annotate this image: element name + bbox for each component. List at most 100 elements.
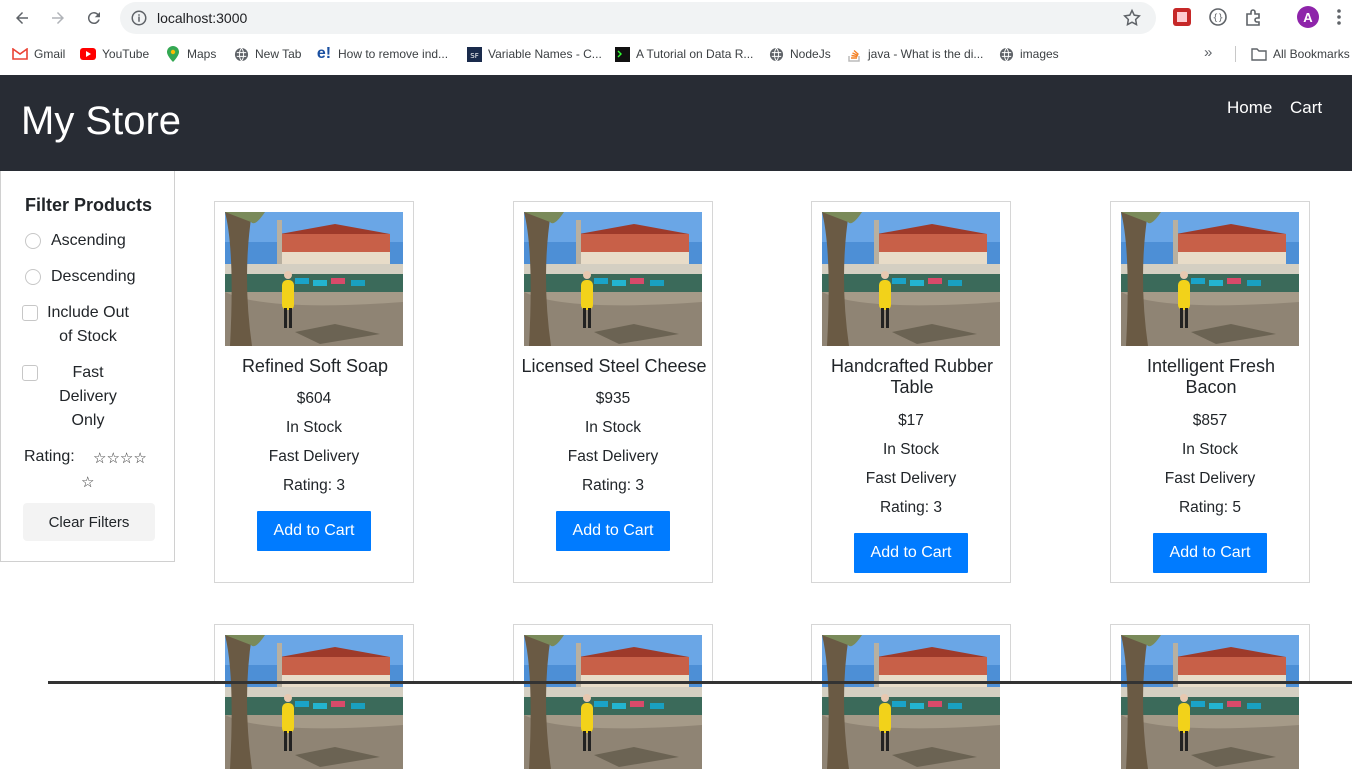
- bookmark-label: NodeJs: [790, 47, 831, 61]
- bookmark-youtube[interactable]: YouTube: [80, 46, 149, 62]
- product-name: Intelligent Fresh Bacon: [1117, 356, 1305, 398]
- product-image: [1121, 635, 1299, 769]
- gmail-icon: [12, 46, 28, 62]
- product-image: [524, 635, 702, 769]
- bookmark-label: New Tab: [255, 47, 302, 61]
- product-image: [225, 212, 403, 346]
- ascending-label[interactable]: Ascending: [51, 229, 126, 253]
- arrow-left-icon: [16, 12, 28, 24]
- bookmark-maps[interactable]: Maps: [165, 46, 216, 62]
- rating-stars-row[interactable]: ☆☆☆☆: [93, 449, 147, 467]
- product-image: [822, 635, 1000, 769]
- bookmark-label: Gmail: [34, 47, 66, 61]
- bookmarks-bar: Gmail YouTube Maps New Tab e! How to rem…: [0, 40, 1352, 68]
- bookmark-label: How to remove ind...: [338, 47, 449, 61]
- extensions-puzzle-icon[interactable]: [1244, 7, 1264, 27]
- add-to-cart-button[interactable]: Add to Cart: [257, 511, 371, 551]
- forward-button[interactable]: [46, 6, 70, 30]
- product-rating: Rating: 3: [581, 477, 645, 494]
- rating-star-fifth[interactable]: ☆: [81, 473, 94, 491]
- bookmarks-overflow-button[interactable]: »: [1204, 44, 1212, 61]
- product-card: Handcrafted Rubber Table $17 In Stock Fa…: [811, 201, 1011, 583]
- product-stock: In Stock: [1182, 441, 1238, 458]
- product-name: Handcrafted Rubber Table: [818, 356, 1006, 398]
- product-card: [513, 624, 713, 684]
- bookmark-java[interactable]: java - What is the di...: [846, 46, 983, 62]
- product-price: $857: [1192, 412, 1228, 429]
- add-to-cart-button[interactable]: Add to Cart: [854, 533, 968, 573]
- label-line: of Stock: [59, 328, 117, 345]
- product-card: Refined Soft Soap $604 In Stock Fast Del…: [214, 201, 414, 583]
- bookmark-nodejs[interactable]: NodeJs: [768, 46, 831, 62]
- add-to-cart-button[interactable]: Add to Cart: [1153, 533, 1267, 573]
- product-name-line: Table: [890, 377, 934, 397]
- product-image: [822, 212, 1000, 346]
- product-delivery: Fast Delivery: [268, 448, 360, 465]
- include-out-of-stock-label[interactable]: Include Out of Stock: [45, 301, 131, 349]
- product-rating: Rating: 5: [1178, 499, 1242, 516]
- product-delivery: Fast Delivery: [865, 470, 957, 487]
- bookmark-variable-names[interactable]: SF Variable Names - C...: [466, 46, 602, 62]
- all-bookmarks-button[interactable]: All Bookmarks: [1251, 46, 1350, 62]
- extension-red-icon[interactable]: [1172, 7, 1192, 27]
- bookmark-star-icon[interactable]: [1122, 8, 1142, 28]
- label-line: Fast: [72, 364, 104, 381]
- maps-icon: [165, 46, 181, 62]
- reload-button[interactable]: [82, 6, 106, 30]
- product-card: [1110, 624, 1310, 684]
- descending-label[interactable]: Descending: [51, 265, 136, 289]
- bookmark-data-tutorial[interactable]: A Tutorial on Data R...: [614, 46, 753, 62]
- product-stock: In Stock: [585, 419, 641, 436]
- fast-delivery-label[interactable]: Fast Delivery Only: [45, 361, 131, 433]
- bookmark-images[interactable]: images: [998, 46, 1059, 62]
- youtube-icon: [80, 46, 96, 62]
- info-icon[interactable]: [130, 9, 148, 27]
- bookmark-label: A Tutorial on Data R...: [636, 47, 754, 61]
- product-rating: Rating: 3: [282, 477, 346, 494]
- product-stock: In Stock: [286, 419, 342, 436]
- clear-filters-button[interactable]: Clear Filters: [23, 503, 155, 541]
- product-delivery: Fast Delivery: [1164, 470, 1256, 487]
- nav-home-link[interactable]: Home: [1227, 98, 1272, 118]
- globe-icon: [998, 46, 1014, 62]
- terminal-icon: [614, 46, 630, 62]
- product-card: [811, 624, 1011, 684]
- store-header: My Store Home Cart: [0, 75, 1352, 171]
- filter-title: Filter Products: [24, 195, 153, 215]
- product-card: Intelligent Fresh Bacon $857 In Stock Fa…: [1110, 201, 1310, 583]
- bookmark-remove-ind[interactable]: e! How to remove ind...: [316, 45, 449, 62]
- bookmarks-divider: [1235, 46, 1236, 62]
- stackoverflow-icon: [846, 46, 862, 62]
- reload-icon: [87, 12, 100, 25]
- descending-radio[interactable]: [25, 269, 41, 285]
- address-bar[interactable]: localhost:3000: [120, 2, 1156, 34]
- bookmark-label: java - What is the di...: [868, 47, 984, 61]
- include-out-of-stock-checkbox[interactable]: [22, 305, 38, 321]
- bookmark-label: All Bookmarks: [1273, 47, 1350, 61]
- bookmark-label: YouTube: [102, 47, 150, 61]
- nav-cart-link[interactable]: Cart: [1290, 98, 1322, 118]
- bookmark-gmail[interactable]: Gmail: [12, 46, 65, 62]
- bookmark-new-tab[interactable]: New Tab: [233, 46, 301, 62]
- product-name-line: Bacon: [1185, 377, 1237, 397]
- product-card: [214, 624, 414, 684]
- extension-code-icon[interactable]: {}: [1208, 7, 1228, 27]
- menu-kebab-icon[interactable]: [1336, 8, 1342, 26]
- fast-delivery-checkbox[interactable]: [22, 365, 38, 381]
- product-name: Licensed Steel Cheese: [520, 356, 708, 377]
- add-to-cart-button[interactable]: Add to Cart: [556, 511, 670, 551]
- product-image: [1121, 212, 1299, 346]
- globe-icon: [768, 46, 784, 62]
- label-line: Delivery: [59, 388, 117, 405]
- sf-icon: SF: [466, 46, 482, 62]
- bookmark-label: Variable Names - C...: [488, 47, 602, 61]
- e-icon: e!: [316, 45, 332, 62]
- profile-avatar[interactable]: A: [1297, 6, 1319, 28]
- browser-toolbar: localhost:3000 {} A: [0, 0, 1352, 36]
- product-price: $17: [898, 412, 924, 429]
- label-line: Include Out: [47, 304, 129, 321]
- back-button[interactable]: [10, 6, 34, 30]
- store-brand[interactable]: My Store: [21, 99, 181, 144]
- ascending-radio[interactable]: [25, 233, 41, 249]
- product-rating: Rating: 3: [879, 499, 943, 516]
